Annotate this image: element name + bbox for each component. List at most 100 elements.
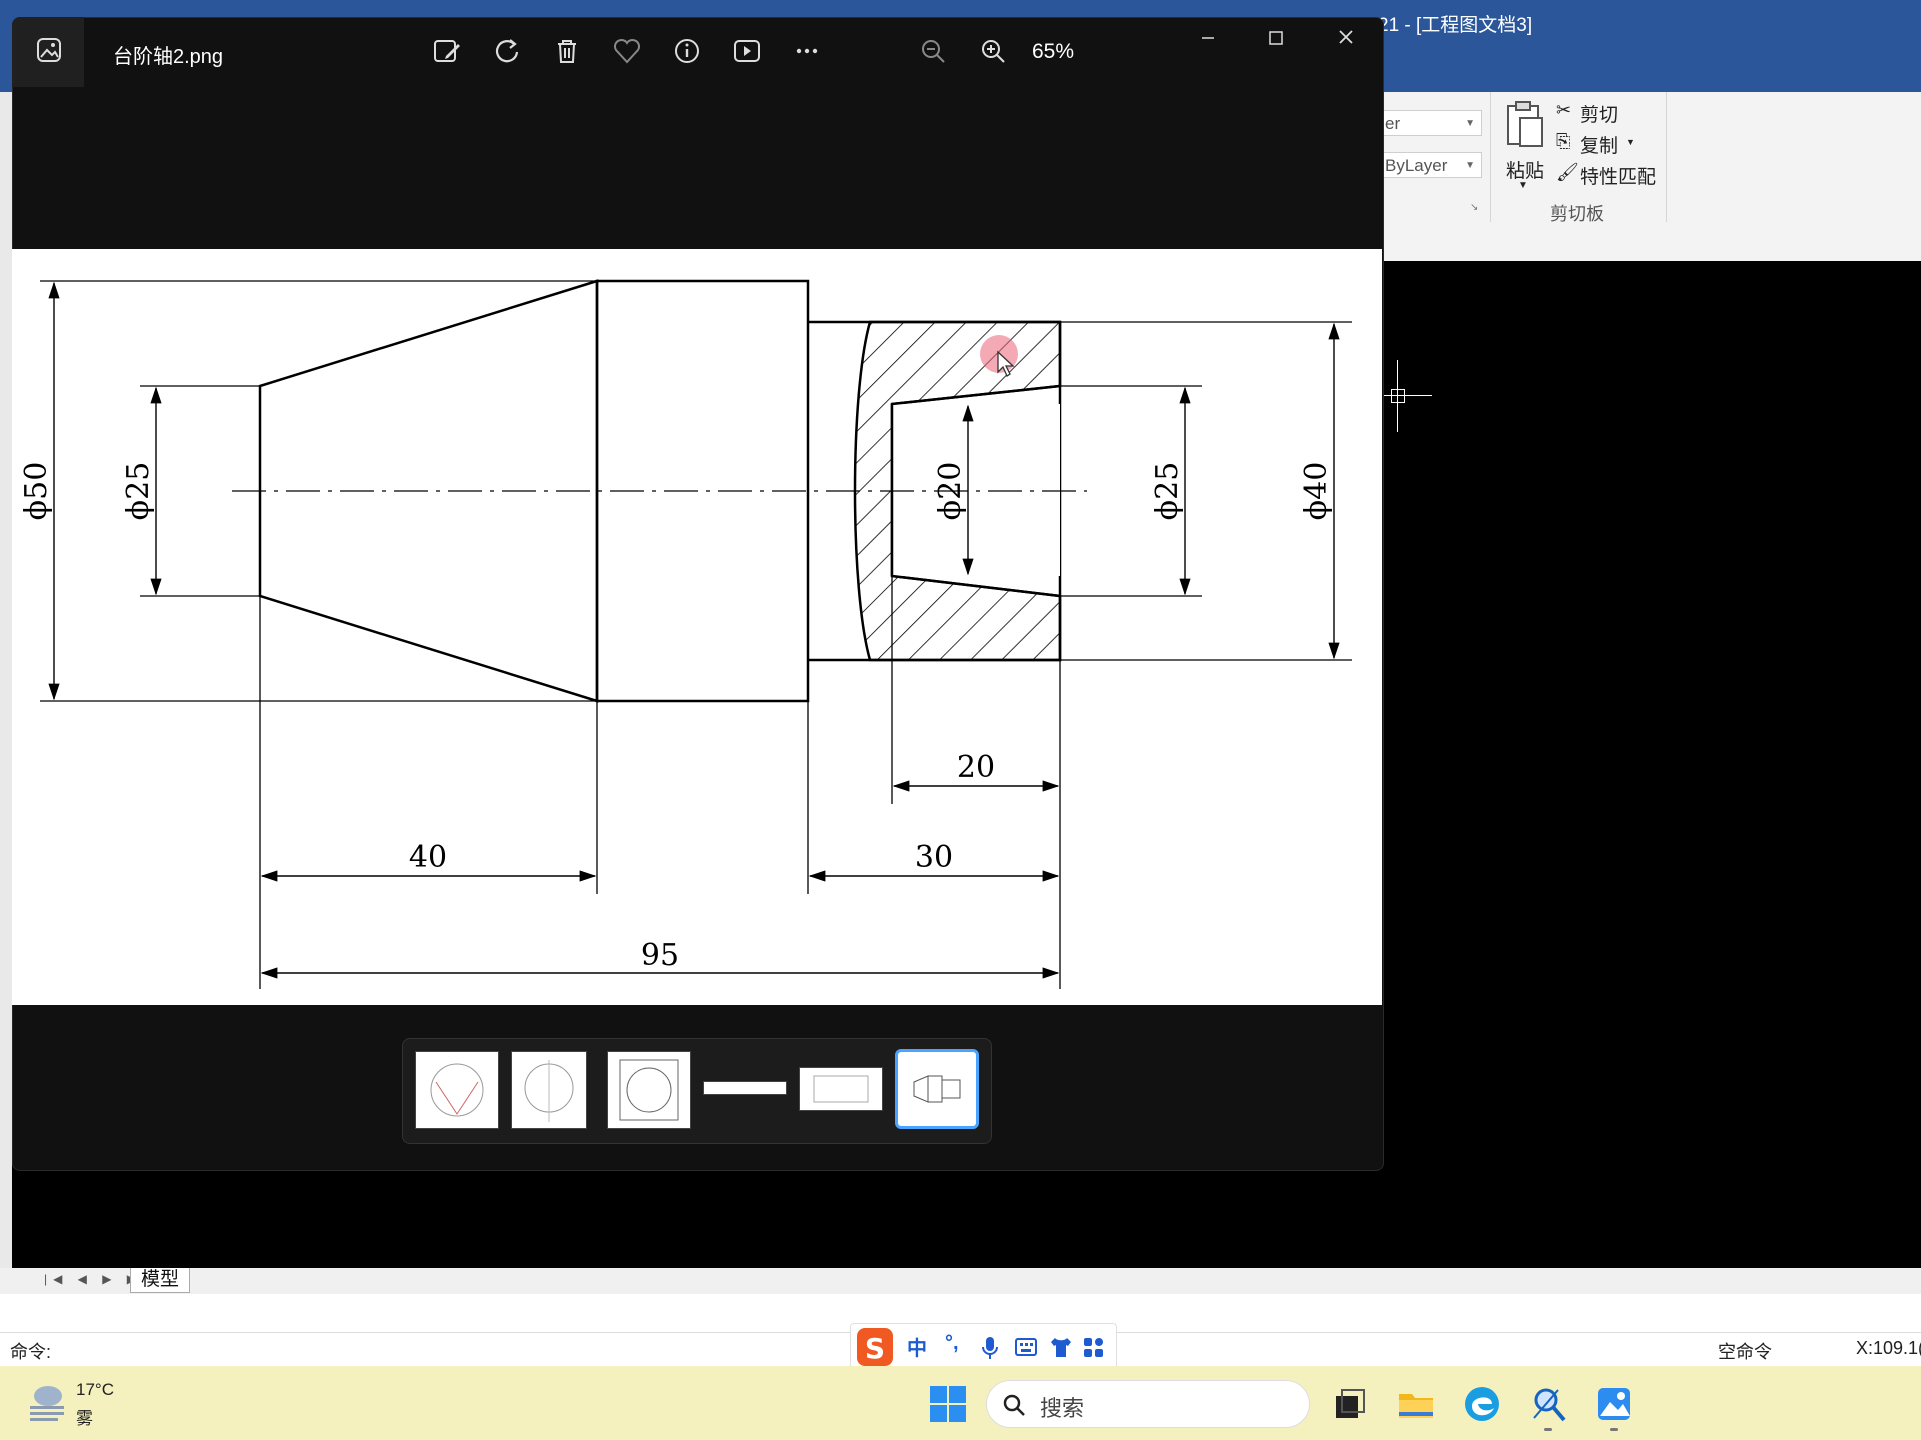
layer-dropdown-value: er — [1385, 114, 1401, 133]
edge-browser-icon[interactable] — [1462, 1384, 1502, 1424]
running-indicator — [1610, 1428, 1618, 1431]
keyboard-icon[interactable] — [1015, 1338, 1037, 1356]
delete-icon[interactable] — [552, 36, 582, 66]
ime-punctuation-mode[interactable]: °, — [945, 1332, 959, 1355]
dim-diameter-25-left: ϕ25 — [121, 462, 156, 521]
weather-fog-icon[interactable] — [26, 1380, 68, 1422]
chevron-down-icon: ▼ — [1465, 118, 1475, 129]
dim-length-40: 40 — [409, 840, 447, 875]
maximize-icon[interactable] — [1256, 24, 1296, 52]
ime-chinese-mode[interactable]: 中 — [907, 1332, 927, 1361]
task-view-icon[interactable] — [1330, 1384, 1370, 1424]
cut-button[interactable]: ✂ 剪切 — [1556, 100, 1716, 126]
mouse-pointer-icon — [997, 350, 1015, 377]
brush-icon: 🖌 — [1556, 162, 1579, 182]
clipboard-group-label: 剪切板 — [1550, 204, 1604, 224]
windows-start-icon[interactable] — [930, 1386, 966, 1422]
weather-condition[interactable]: 雾 — [76, 1404, 93, 1429]
thumbnail-preview — [524, 1060, 574, 1122]
dim-length-30: 30 — [915, 840, 953, 875]
thumbnail-preview — [813, 1075, 869, 1103]
stepped-shaft-drawing: ϕ50 ϕ25 ϕ20 ϕ25 ϕ40 20 40 30 95 — [19, 279, 1352, 989]
cursor-coordinates: X:109.1( — [1856, 1338, 1921, 1358]
dim-diameter-25-right: ϕ25 — [1150, 462, 1185, 521]
tab-model[interactable]: 模型 — [130, 1268, 191, 1293]
ime-toolbar[interactable]: S 中 °, — [850, 1323, 1117, 1371]
dialog-launcher-icon[interactable]: ↘ — [1470, 202, 1478, 213]
favorite-icon[interactable] — [612, 36, 642, 66]
paste-label: 粘贴 — [1506, 161, 1545, 182]
copy-icon: ⎘ — [1556, 131, 1571, 151]
ribbon-separator — [1490, 92, 1491, 222]
dimension-labels: ϕ50 ϕ25 ϕ20 ϕ25 ϕ40 20 40 30 95 — [19, 462, 1334, 973]
zoom-in-icon[interactable] — [978, 36, 1008, 66]
thumbnail-6-selected[interactable] — [895, 1049, 979, 1129]
crosshair-pickbox — [1391, 389, 1405, 403]
ribbon-separator — [1666, 92, 1667, 222]
thumbnail-1[interactable] — [415, 1051, 499, 1129]
chevron-down-icon: ▼ — [1518, 180, 1528, 191]
match-properties-label: 特性匹配 — [1580, 167, 1657, 188]
cad-drawing-canvas[interactable] — [1380, 261, 1921, 1268]
toolbox-grid-icon[interactable] — [1083, 1337, 1105, 1359]
viewer-app-button[interactable] — [12, 17, 84, 87]
file-explorer-icon[interactable] — [1396, 1384, 1436, 1424]
copy-label: 复制 — [1580, 136, 1619, 157]
more-icon[interactable] — [792, 36, 822, 66]
scissors-icon: ✂ — [1556, 100, 1572, 120]
thumbnail-4[interactable] — [703, 1081, 787, 1095]
thumbnail-preview — [619, 1059, 679, 1121]
rotate-icon[interactable] — [492, 36, 522, 66]
search-icon — [1003, 1394, 1025, 1416]
edit-image-icon[interactable] — [432, 36, 462, 66]
slideshow-icon[interactable] — [732, 36, 762, 66]
search-placeholder: 搜索 — [1040, 1396, 1085, 1421]
thumbnail-5[interactable] — [799, 1067, 883, 1111]
info-icon[interactable] — [672, 36, 702, 66]
dim-diameter-40: ϕ40 — [1299, 462, 1334, 521]
bore-cutout — [892, 404, 1060, 576]
dim-diameter-20: ϕ20 — [933, 462, 968, 521]
layout-tab-bar — [0, 1268, 1921, 1294]
thumbnail-3[interactable] — [607, 1051, 691, 1129]
cad-window-title: 21 - [工程图文档3] — [1378, 15, 1533, 36]
match-properties-button[interactable]: 🖌 特性匹配 — [1556, 162, 1716, 188]
copy-button[interactable]: ⎘ 复制 ▼ — [1556, 131, 1716, 157]
skin-shirt-icon[interactable] — [1049, 1336, 1073, 1358]
paste-button[interactable]: 粘贴 ▼ — [1502, 100, 1548, 200]
paste-icon — [1507, 101, 1543, 147]
photos-app-icon[interactable] — [1594, 1384, 1634, 1424]
thumbnail-preview — [902, 1068, 972, 1110]
weather-temperature[interactable]: 17°C — [76, 1380, 114, 1400]
gallery-icon — [37, 38, 61, 62]
cut-label: 剪切 — [1580, 105, 1619, 126]
linetype-dropdown[interactable]: ByLayer ▼ — [1380, 152, 1482, 178]
svg-text:S: S — [865, 1332, 885, 1365]
chevron-down-icon: ▼ — [1465, 160, 1475, 171]
displayed-image[interactable]: ϕ50 ϕ25 ϕ20 ϕ25 ϕ40 20 40 30 95 — [12, 249, 1382, 1005]
close-icon[interactable] — [1326, 24, 1366, 52]
microphone-icon[interactable] — [981, 1336, 999, 1360]
cad-app-icon[interactable] — [1528, 1384, 1568, 1424]
linetype-dropdown-value: ByLayer — [1385, 156, 1448, 175]
cad-left-edge — [0, 92, 12, 1268]
taskbar-search-box[interactable] — [986, 1380, 1310, 1428]
dim-diameter-50: ϕ50 — [19, 462, 54, 521]
thumbnail-filmstrip — [402, 1038, 992, 1144]
layer-dropdown[interactable]: er ▼ — [1380, 110, 1482, 136]
ribbon-panel: er ▼ ByLayer ▼ 粘贴 ▼ ✂ 剪切 ⎘ 复制 ▼ 🖌 特性匹配 ↘… — [1380, 92, 1921, 228]
zoom-out-icon[interactable] — [918, 36, 948, 66]
cad-toolbar-strip — [1380, 227, 1921, 261]
chevron-down-icon: ▼ — [1626, 137, 1635, 147]
sogou-logo-icon[interactable]: S — [855, 1326, 895, 1368]
thumbnail-2[interactable] — [511, 1051, 587, 1129]
dim-length-95: 95 — [641, 938, 679, 973]
minimize-icon[interactable] — [1188, 24, 1228, 52]
thumbnail-preview — [430, 1063, 484, 1117]
zoom-level[interactable]: 65% — [1032, 40, 1074, 64]
command-prompt-label: 命令: — [10, 1342, 52, 1362]
dim-length-20: 20 — [957, 750, 995, 785]
viewer-filename: 台阶轴2.png — [113, 46, 224, 68]
running-indicator — [1544, 1428, 1552, 1431]
command-status-text: 空命令 — [1718, 1342, 1772, 1362]
